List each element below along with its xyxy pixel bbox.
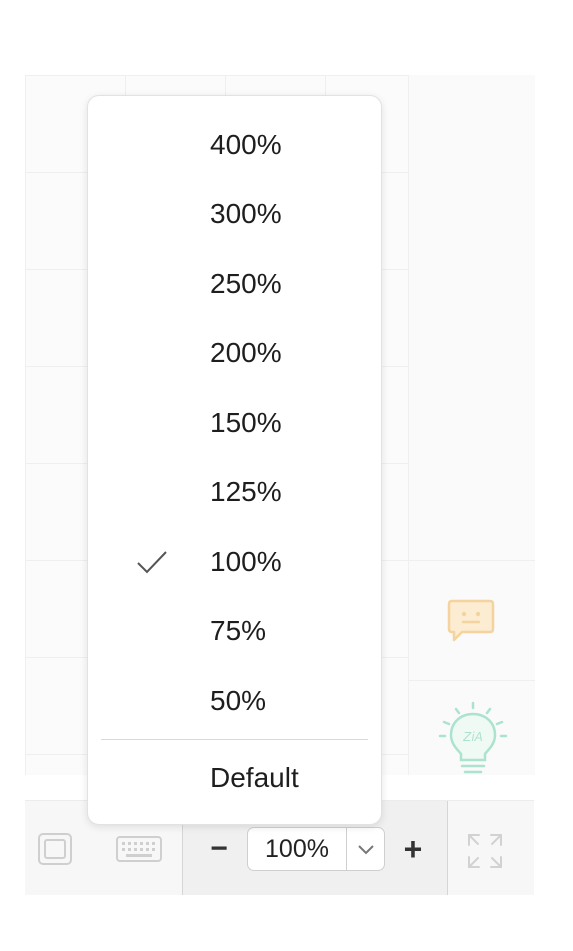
menu-item-label: Default [210, 762, 299, 793]
menu-item-label: 50% [210, 685, 267, 716]
svg-text:ZiA: ZiA [462, 730, 483, 744]
menu-item-label: 100% [210, 546, 282, 577]
zoom-option-100[interactable]: 100% [88, 532, 381, 592]
zoom-option-400[interactable]: 400% [88, 115, 381, 175]
fullscreen-icon[interactable] [465, 831, 505, 871]
menu-item-label: 250% [210, 268, 282, 299]
side-divider [409, 680, 535, 681]
menu-item-label: 75% [210, 615, 267, 646]
menu-item-label: 125% [210, 476, 282, 507]
menu-item-label: 400% [210, 129, 282, 160]
fit-to-screen-icon[interactable] [37, 832, 73, 866]
checkmark-icon [135, 548, 169, 576]
chat-icon[interactable] [446, 597, 496, 645]
zoom-option-default[interactable]: Default [88, 748, 381, 808]
zoom-in-button[interactable]: + [395, 831, 431, 867]
menu-item-label: 300% [210, 198, 282, 229]
zoom-value[interactable]: 100% [248, 828, 346, 870]
zoom-option-125[interactable]: 125% [88, 462, 381, 522]
keyboard-icon[interactable] [115, 835, 163, 863]
menu-divider [101, 739, 368, 740]
zoom-option-150[interactable]: 150% [88, 393, 381, 453]
zoom-out-button[interactable]: − [201, 831, 237, 867]
zoom-option-75[interactable]: 75% [88, 601, 381, 661]
side-divider [409, 560, 535, 561]
zoom-option-50[interactable]: 50% [88, 671, 381, 731]
zoom-option-250[interactable]: 250% [88, 254, 381, 314]
zoom-dropdown-menu: 400% 300% 250% 200% 150% 125% 100% 75% 5… [87, 95, 382, 825]
zoom-select[interactable]: 100% [247, 827, 385, 871]
chevron-down-icon[interactable] [346, 828, 385, 870]
menu-item-label: 150% [210, 407, 282, 438]
side-panel [408, 75, 535, 775]
zoom-option-300[interactable]: 300% [88, 184, 381, 244]
lightbulb-icon[interactable]: ZiA [436, 700, 510, 782]
zoom-option-200[interactable]: 200% [88, 323, 381, 383]
menu-item-label: 200% [210, 337, 282, 368]
